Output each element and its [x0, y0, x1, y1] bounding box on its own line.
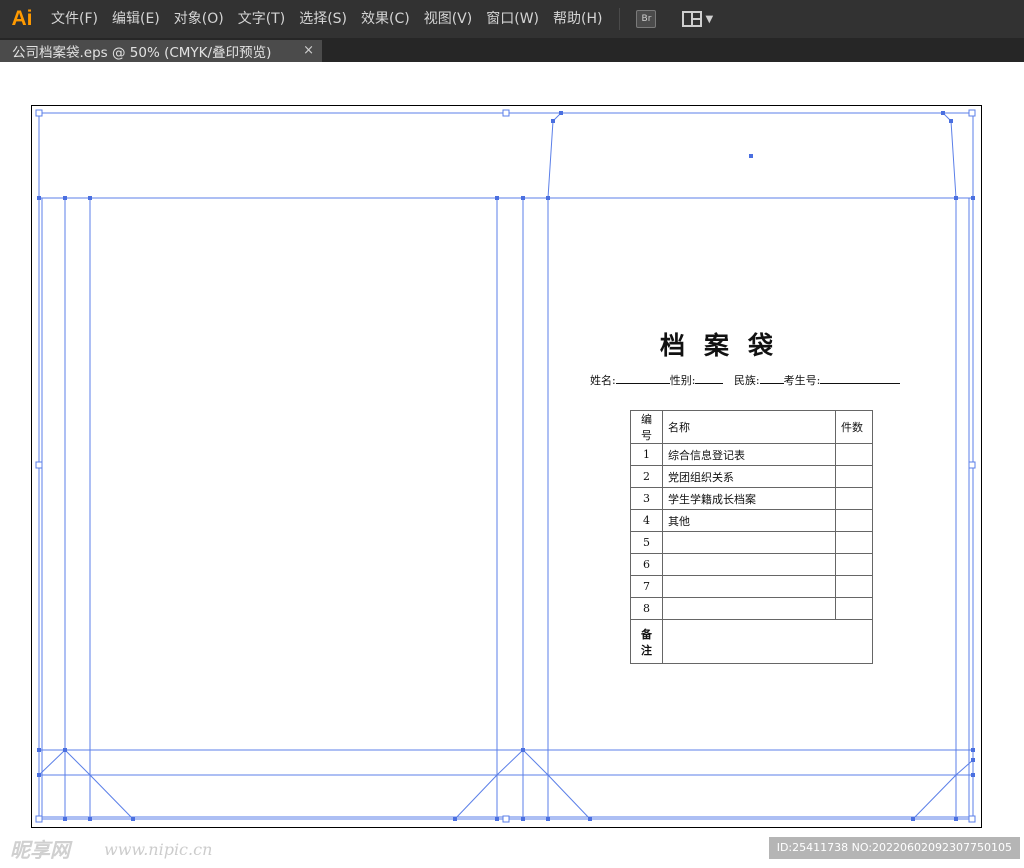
menu-file[interactable]: 文件(F): [44, 0, 105, 38]
row-name: [662, 531, 836, 554]
row-number: 4: [630, 509, 663, 532]
row-number: 2: [630, 465, 663, 488]
table-row: 2 党团组织关系: [630, 465, 873, 488]
arrange-documents-button[interactable]: ▼: [682, 11, 713, 27]
header-count: 件数: [835, 410, 873, 444]
row-number: 6: [630, 553, 663, 576]
exam-number-blank: [820, 374, 901, 384]
table-row: 3 学生学籍成长档案: [630, 487, 873, 510]
watermark-logo: 昵享网: [10, 838, 70, 862]
ethnicity-blank: [759, 374, 784, 384]
row-name: 其他: [662, 509, 836, 532]
row-name: 党团组织关系: [662, 465, 836, 488]
gender-label: 性别:: [669, 374, 696, 387]
table-row: 7: [630, 575, 873, 598]
student-info-line: 姓名: 性别: 民族: 考生号:: [590, 372, 901, 388]
menu-window[interactable]: 窗口(W): [479, 0, 546, 38]
menu-type[interactable]: 文字(T): [231, 0, 292, 38]
bridge-button[interactable]: Br: [636, 10, 657, 28]
row-name: [662, 553, 836, 576]
menu-separator: [619, 8, 621, 30]
app-logo: Ai: [11, 7, 33, 30]
row-number: 8: [630, 597, 663, 620]
document-tab-title: 公司档案袋.eps @ 50% (CMYK/叠印预览): [12, 45, 272, 61]
center-point: [749, 154, 753, 158]
menu-bar: Ai 文件(F) 编辑(E) 对象(O) 文字(T) 选择(S) 效果(C) 视…: [0, 0, 1024, 38]
row-count: [835, 465, 873, 488]
row-count: [835, 553, 873, 576]
row-count: [835, 575, 873, 598]
exam-number-label: 考生号:: [783, 374, 821, 387]
menu-view[interactable]: 视图(V): [417, 0, 480, 38]
menu-effect[interactable]: 效果(C): [354, 0, 417, 38]
document-tab-bar: 公司档案袋.eps @ 50% (CMYK/叠印预览) ×: [0, 38, 1024, 62]
row-name: 学生学籍成长档案: [662, 487, 836, 510]
table-row: 6: [630, 553, 873, 576]
row-number: 3: [630, 487, 663, 510]
row-count: [835, 443, 873, 466]
header-name: 名称: [662, 410, 836, 444]
row-count: [835, 487, 873, 510]
row-count: [835, 597, 873, 620]
table-row: 8: [630, 597, 873, 620]
close-tab-icon[interactable]: ×: [303, 40, 314, 62]
chevron-down-icon: ▼: [705, 13, 714, 25]
table-header-row: 编号 名称 件数: [630, 410, 873, 444]
header-number: 编号: [630, 410, 663, 444]
name-blank: [615, 374, 670, 384]
menu-object[interactable]: 对象(O): [167, 0, 231, 38]
menu-edit[interactable]: 编辑(E): [105, 0, 167, 38]
remarks-label: 备注: [630, 619, 663, 664]
menu-help[interactable]: 帮助(H): [546, 0, 609, 38]
table-row: 1 综合信息登记表: [630, 443, 873, 466]
table-row: 5: [630, 531, 873, 554]
document-tab[interactable]: 公司档案袋.eps @ 50% (CMYK/叠印预览) ×: [0, 40, 322, 62]
gender-blank: [695, 374, 724, 384]
document-title: 档案袋: [660, 331, 793, 360]
row-number: 5: [630, 531, 663, 554]
remarks-row: 备注: [630, 619, 873, 664]
arrange-documents-icon: [682, 11, 703, 27]
row-count: [835, 531, 873, 554]
contents-table: 编号 名称 件数 1 综合信息登记表 2 党团组织关系 3 学生学籍成长档案 4…: [630, 410, 873, 664]
menu-select[interactable]: 选择(S): [292, 0, 354, 38]
watermark-id-badge: ID:25411738 NO:20220602092307750105: [768, 837, 1020, 859]
canvas[interactable]: 档案袋 姓名: 性别: 民族: 考生号: 编号 名称 件数 1 综合信息登记表 2 …: [0, 62, 1024, 868]
row-name: [662, 597, 836, 620]
table-row: 4 其他: [630, 509, 873, 532]
row-name: [662, 575, 836, 598]
row-name: 综合信息登记表: [662, 443, 836, 466]
ethnicity-label: 民族:: [733, 374, 760, 387]
row-number: 7: [630, 575, 663, 598]
row-number: 1: [630, 443, 663, 466]
name-label: 姓名:: [590, 374, 616, 387]
watermark-url: www.nipic.cn: [104, 840, 213, 859]
row-count: [835, 509, 873, 532]
remarks-cell: [662, 619, 873, 664]
